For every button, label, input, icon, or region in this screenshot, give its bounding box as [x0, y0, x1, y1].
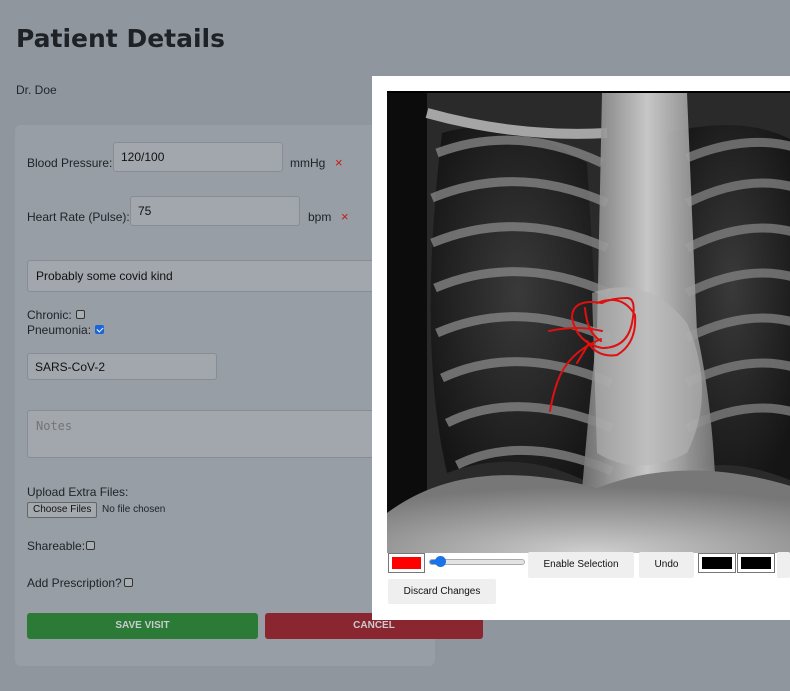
fill-color-swatch — [702, 557, 732, 569]
more-tools-button[interactable] — [777, 552, 790, 578]
undo-button[interactable]: Undo — [639, 552, 694, 578]
fill-color-picker[interactable] — [698, 553, 736, 573]
heart-rate-unit: bpm — [308, 210, 332, 224]
stroke-color-swatch — [392, 557, 421, 569]
heart-rate-input[interactable] — [130, 196, 300, 226]
pneumonia-label: Pneumonia: — [27, 323, 92, 337]
enable-selection-button[interactable]: Enable Selection — [528, 552, 634, 578]
brush-size-slider[interactable] — [429, 556, 525, 567]
shareable-label: Shareable: — [27, 539, 86, 553]
doctor-name: Dr. Doe — [16, 83, 57, 97]
diagnosis-input[interactable] — [27, 260, 387, 292]
blood-pressure-unit: mmHg — [290, 156, 326, 170]
blood-pressure-label: Blood Pressure: — [27, 156, 113, 170]
heart-rate-label: Heart Rate (Pulse): — [27, 210, 130, 224]
pneumonia-checkbox[interactable] — [95, 325, 104, 334]
chronic-checkbox[interactable] — [76, 310, 85, 319]
add-prescription-checkbox[interactable] — [124, 578, 133, 587]
notes-textarea[interactable] — [27, 410, 387, 458]
border-color-swatch — [741, 557, 771, 569]
remove-heart-rate-icon[interactable]: × — [341, 209, 349, 224]
page-title: Patient Details — [16, 24, 225, 53]
add-prescription-label: Add Prescription? — [27, 576, 122, 590]
no-file-text: No file chosen — [102, 504, 166, 515]
xray-canvas[interactable] — [387, 91, 790, 553]
shareable-checkbox[interactable] — [86, 541, 95, 550]
remove-blood-pressure-icon[interactable]: × — [335, 155, 343, 170]
discard-changes-button[interactable]: Discard Changes — [388, 579, 496, 604]
choose-files-button[interactable]: Choose Files — [27, 502, 98, 518]
blood-pressure-input[interactable] — [113, 142, 283, 172]
save-visit-button[interactable]: SAVE VISIT — [27, 613, 258, 639]
stroke-color-picker[interactable] — [388, 553, 425, 573]
virus-input[interactable] — [27, 353, 217, 380]
border-color-picker[interactable] — [737, 553, 775, 573]
chest-xray-image — [387, 93, 790, 553]
chronic-label: Chronic: — [27, 308, 72, 322]
brush-size-thumb[interactable] — [434, 556, 446, 567]
upload-label: Upload Extra Files: — [27, 485, 129, 499]
